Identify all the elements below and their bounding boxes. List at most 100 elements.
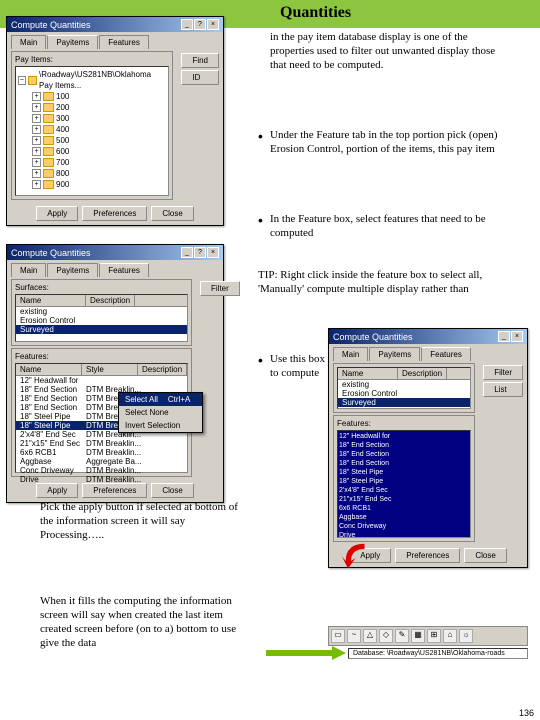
- expand-icon[interactable]: +: [32, 114, 41, 123]
- tab-payitems[interactable]: Payitems: [369, 347, 420, 361]
- list-item[interactable]: 18" End Section: [17, 403, 83, 412]
- tool-icon[interactable]: ✎: [395, 629, 409, 643]
- list-item[interactable]: 18" Steel Pipe: [339, 477, 469, 486]
- tool-icon[interactable]: ▦: [411, 629, 425, 643]
- menu-select-none[interactable]: Select None: [119, 406, 202, 419]
- tab-features[interactable]: Features: [421, 347, 471, 361]
- preferences-button[interactable]: Preferences: [82, 483, 147, 498]
- col-desc[interactable]: Description: [86, 295, 135, 306]
- list-item[interactable]: 21"x15" End Sec: [17, 439, 83, 448]
- expand-icon[interactable]: +: [32, 136, 41, 145]
- list-item[interactable]: 2'x4'8" End Sec: [17, 430, 83, 439]
- list-item[interactable]: 18" End Section: [339, 450, 469, 459]
- tool-icon[interactable]: ◇: [379, 629, 393, 643]
- tab-main[interactable]: Main: [11, 263, 46, 277]
- surfaces-list[interactable]: NameDescription existing Erosion Control…: [337, 367, 471, 409]
- col-name[interactable]: Name: [16, 295, 86, 306]
- expand-icon[interactable]: +: [32, 158, 41, 167]
- expand-icon[interactable]: +: [32, 169, 41, 178]
- close-button[interactable]: ×: [511, 331, 523, 342]
- tab-main[interactable]: Main: [11, 35, 46, 49]
- minimize-button[interactable]: _: [181, 247, 193, 258]
- tool-icon[interactable]: △: [363, 629, 377, 643]
- col-desc[interactable]: Description: [398, 368, 447, 379]
- list-item[interactable]: Erosion Control: [17, 316, 78, 325]
- list-item[interactable]: 2'x4'8" End Sec: [339, 486, 469, 495]
- list-item[interactable]: Conc Driveway: [17, 466, 83, 475]
- list-item[interactable]: 6x6 RCB1: [339, 504, 469, 513]
- list-item[interactable]: Surveyed: [17, 325, 57, 334]
- close-button[interactable]: Close: [151, 483, 193, 498]
- list-item[interactable]: 18" End Section: [339, 459, 469, 468]
- list-item[interactable]: 18" Steel Pipe: [17, 421, 83, 430]
- tree-folder[interactable]: 100: [56, 91, 69, 102]
- col-name[interactable]: Name: [338, 368, 398, 379]
- tool-icon[interactable]: ~: [347, 629, 361, 643]
- filter-button[interactable]: Filter: [483, 365, 523, 380]
- col-style[interactable]: Style: [82, 364, 138, 375]
- expand-icon[interactable]: +: [32, 92, 41, 101]
- preferences-button[interactable]: Preferences: [82, 206, 147, 221]
- tab-payitems[interactable]: Payitems: [47, 263, 98, 277]
- list-item[interactable]: 12" Headwall for: [17, 376, 83, 385]
- close-button[interactable]: ×: [207, 247, 219, 258]
- tree-folder[interactable]: 200: [56, 102, 69, 113]
- help-button[interactable]: ?: [194, 247, 206, 258]
- tree-folder[interactable]: 900: [56, 179, 69, 190]
- list-item[interactable]: Conc Driveway: [339, 522, 469, 531]
- expand-icon[interactable]: +: [32, 147, 41, 156]
- menu-select-all[interactable]: Select AllCtrl+A: [119, 393, 202, 406]
- list-item[interactable]: existing: [17, 307, 50, 316]
- tree-folder[interactable]: 500: [56, 135, 69, 146]
- list-item[interactable]: 18" Steel Pipe: [17, 412, 83, 421]
- list-button[interactable]: List: [483, 382, 523, 397]
- list-item[interactable]: existing: [339, 380, 372, 389]
- titlebar[interactable]: Compute Quantities _ ? ×: [7, 17, 223, 32]
- list-item[interactable]: Surveyed: [339, 398, 379, 407]
- menu-invert-selection[interactable]: Invert Selection: [119, 419, 202, 432]
- list-item[interactable]: Drive: [339, 531, 469, 540]
- list-item[interactable]: Aggbase: [339, 513, 469, 522]
- tool-icon[interactable]: ☼: [459, 629, 473, 643]
- minimize-button[interactable]: _: [181, 19, 193, 30]
- expand-icon[interactable]: +: [32, 125, 41, 134]
- tree-folder[interactable]: 800: [56, 168, 69, 179]
- features-selected-list[interactable]: 12" Headwall for 18" End Section 18" End…: [337, 430, 471, 538]
- close-button[interactable]: Close: [151, 206, 193, 221]
- find-button[interactable]: Find: [181, 53, 219, 68]
- tree-folder[interactable]: 600: [56, 146, 69, 157]
- collapse-icon[interactable]: −: [18, 76, 26, 85]
- tool-icon[interactable]: ▭: [331, 629, 345, 643]
- apply-button[interactable]: Apply: [36, 206, 78, 221]
- titlebar[interactable]: Compute Quantities _ ×: [329, 329, 527, 344]
- close-button[interactable]: Close: [464, 548, 506, 563]
- tab-features[interactable]: Features: [99, 35, 149, 49]
- titlebar[interactable]: Compute Quantities _ ? ×: [7, 245, 223, 260]
- col-name[interactable]: Name: [16, 364, 82, 375]
- list-item[interactable]: 18" End Section: [17, 385, 83, 394]
- list-item[interactable]: 18" Steel Pipe: [339, 468, 469, 477]
- minimize-button[interactable]: _: [498, 331, 510, 342]
- tab-payitems[interactable]: Payitems: [47, 35, 98, 49]
- help-button[interactable]: ?: [194, 19, 206, 30]
- expand-icon[interactable]: +: [32, 180, 41, 189]
- filter-button[interactable]: Filter: [200, 281, 240, 296]
- tool-icon[interactable]: ⊞: [427, 629, 441, 643]
- tab-main[interactable]: Main: [333, 347, 368, 361]
- list-item[interactable]: 6x6 RCB1: [17, 448, 83, 457]
- tree-folder[interactable]: 400: [56, 124, 69, 135]
- list-item[interactable]: Erosion Control: [339, 389, 400, 398]
- close-button[interactable]: ×: [207, 19, 219, 30]
- tree-folder[interactable]: 300: [56, 113, 69, 124]
- tab-features[interactable]: Features: [99, 263, 149, 277]
- apply-button[interactable]: Apply: [36, 483, 78, 498]
- tool-icon[interactable]: ⌂: [443, 629, 457, 643]
- list-item[interactable]: 18" End Section: [339, 441, 469, 450]
- list-item[interactable]: 21"x15" End Sec: [339, 495, 469, 504]
- payitems-tree[interactable]: −\Roadway\US281NB\Oklahoma Pay Items... …: [15, 66, 169, 196]
- list-item[interactable]: 12" Headwall for: [339, 432, 469, 441]
- col-desc[interactable]: Description: [138, 364, 187, 375]
- expand-icon[interactable]: +: [32, 103, 41, 112]
- list-item[interactable]: Aggbase: [17, 457, 83, 466]
- tree-root[interactable]: \Roadway\US281NB\Oklahoma Pay Items...: [39, 69, 166, 91]
